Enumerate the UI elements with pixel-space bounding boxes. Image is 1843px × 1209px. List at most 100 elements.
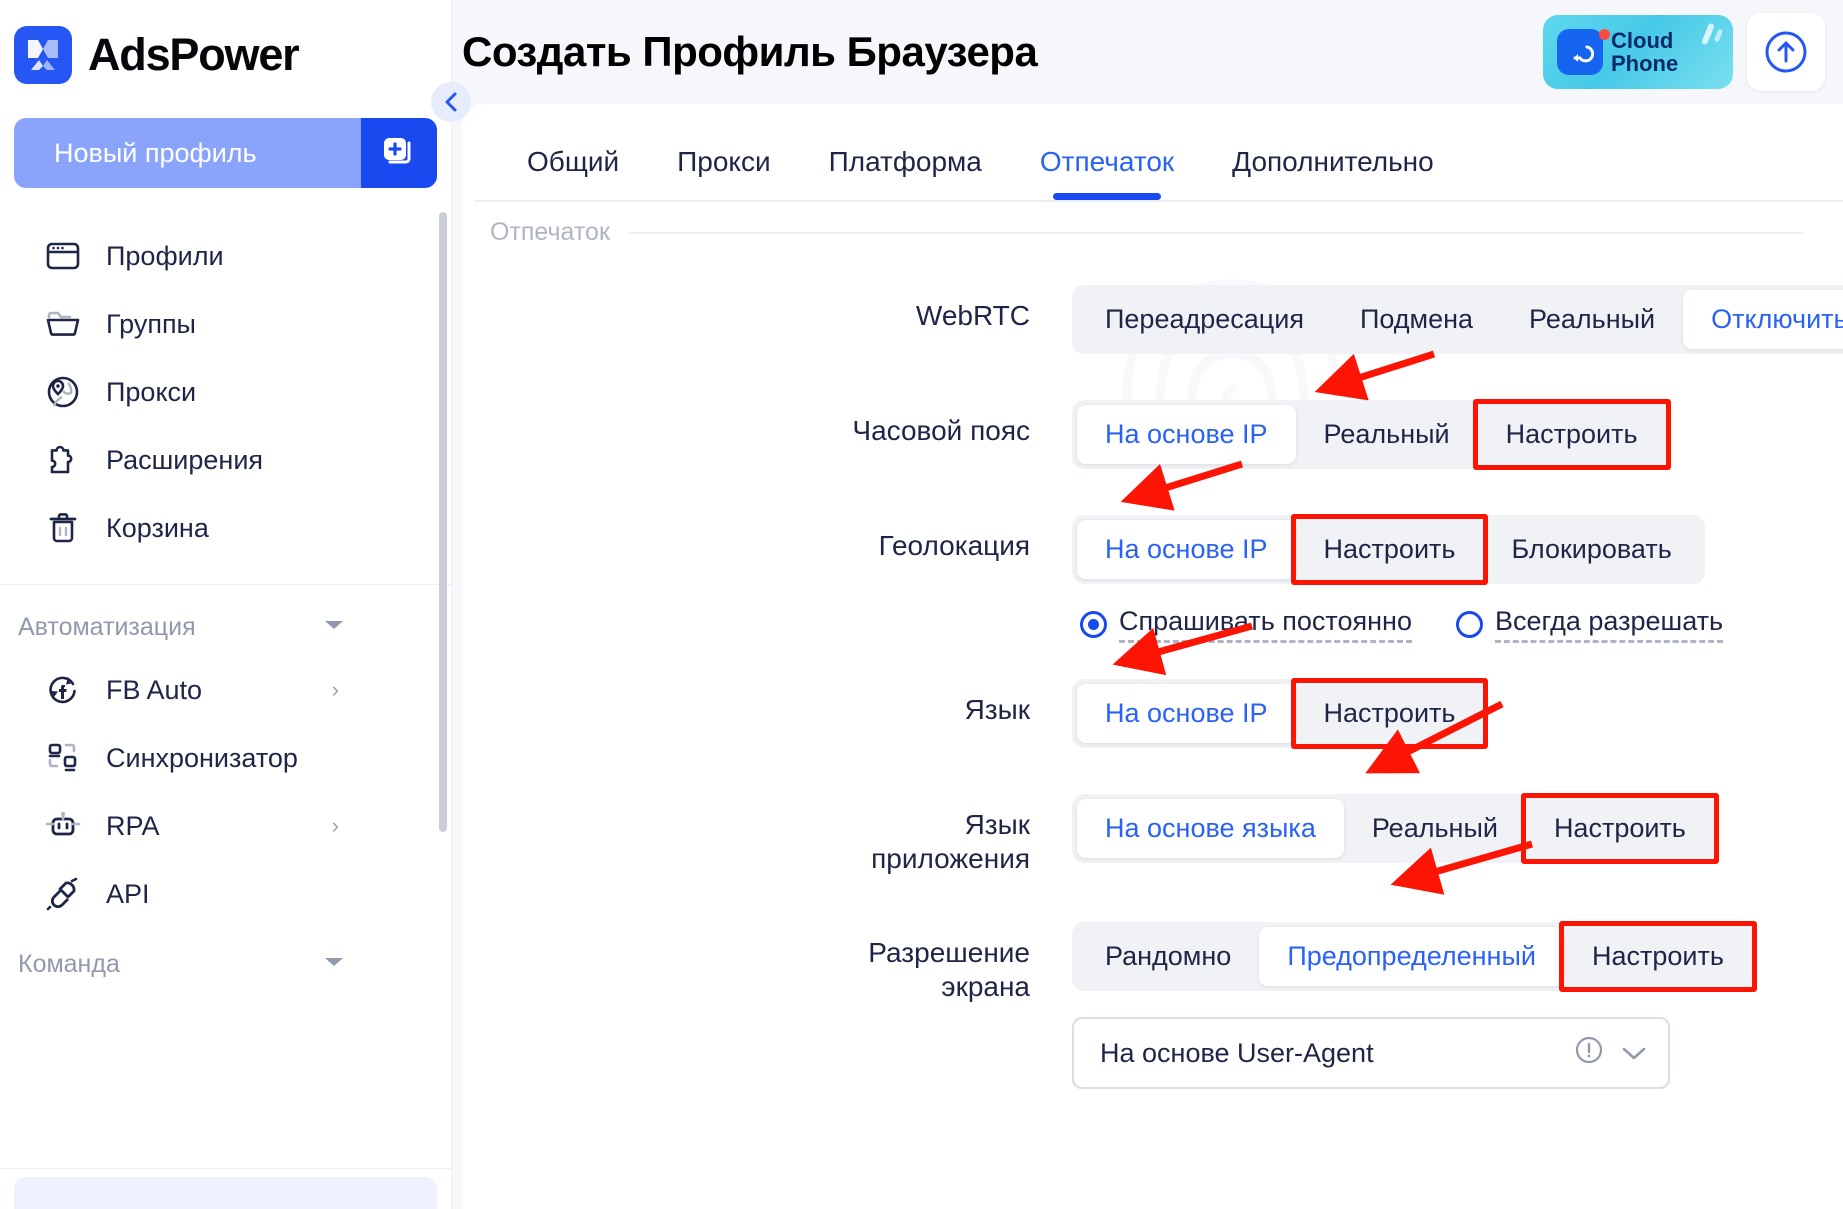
timezone-segmented-control: На основе IP Реальный Настроить: [1072, 399, 1671, 470]
row-body: На основе IP Настроить Блокировать Спраш…: [1072, 514, 1843, 643]
facebook-refresh-icon: [44, 671, 82, 709]
sidebar-item-extensions[interactable]: Расширения: [0, 426, 451, 494]
row-label: Язык приложения: [871, 809, 1030, 875]
section-header: Отпечаток: [462, 202, 1843, 247]
sidebar-group-title: Команда: [18, 950, 120, 978]
sidebar-item-label: Синхронизатор: [106, 742, 298, 773]
browser-window-icon: [44, 237, 82, 275]
sidebar-item-api[interactable]: API: [0, 860, 451, 928]
webrtc-segmented-control: Переадресация Подмена Реальный Отключить: [1072, 285, 1843, 354]
caret-down-icon[interactable]: [323, 955, 345, 974]
select-icons: [1574, 1035, 1648, 1072]
notification-dot: [1599, 29, 1610, 40]
header-actions: Cloud Phone: [1543, 13, 1825, 91]
webrtc-option-replace[interactable]: Подмена: [1332, 290, 1501, 349]
screen-resolution-select[interactable]: На основе User-Agent: [1072, 1017, 1670, 1090]
webrtc-option-disable[interactable]: Отключить: [1683, 290, 1843, 349]
app-root: AdsPower Новый профиль Профили Группы Пр…: [0, 0, 1843, 1209]
radio-dot: [1455, 611, 1483, 638]
chevron-right-icon[interactable]: ›: [332, 813, 339, 839]
sidebar-item-label: Расширения: [106, 444, 264, 475]
timezone-option-real[interactable]: Реальный: [1296, 405, 1478, 464]
language-option-ip-based[interactable]: На основе IP: [1077, 684, 1296, 743]
puzzle-icon: [44, 441, 82, 479]
sidebar-nav: Профили Группы Прокси Расширения Корзина…: [0, 222, 451, 993]
page-title: Создать Профиль Браузера: [462, 28, 1038, 75]
row-label: Геолокация: [878, 530, 1030, 561]
content-card: Общий Прокси Платформа Отпечаток Дополни…: [462, 104, 1843, 1209]
sidebar-collapse-button[interactable]: [431, 82, 471, 122]
tab-general[interactable]: Общий: [498, 146, 648, 200]
row-label: WebRTC: [915, 300, 1030, 331]
sidebar-item-label: Группы: [106, 308, 196, 339]
form-row-app-language: Язык приложения На основе языка Реальный…: [462, 793, 1843, 876]
cloud-phone-line1: Cloud: [1611, 27, 1674, 53]
upload-cloud-icon: [1765, 31, 1807, 73]
robot-icon: [44, 807, 82, 845]
tab-advanced[interactable]: Дополнительно: [1203, 146, 1463, 200]
chevron-right-icon[interactable]: ›: [332, 677, 339, 703]
new-profile-label: Новый профиль: [14, 118, 361, 188]
sidebar-item-profiles[interactable]: Профили: [0, 222, 451, 290]
sidebar-group-team[interactable]: Команда: [0, 928, 451, 993]
radio-label: Спрашивать постоянно: [1119, 606, 1412, 643]
shine-decoration-2: [1713, 28, 1724, 43]
webrtc-option-forward[interactable]: Переадресация: [1077, 290, 1332, 349]
row-body: На основе языка Реальный Настроить: [1072, 793, 1843, 864]
sidebar-item-proxies[interactable]: Прокси: [0, 358, 451, 426]
sidebar-item-groups[interactable]: Группы: [0, 290, 451, 358]
shine-decoration: [1701, 22, 1715, 46]
row-body: Переадресация Подмена Реальный Отключить: [1072, 285, 1843, 354]
cloud-phone-label: Cloud Phone: [1611, 29, 1678, 75]
screen-resolution-option-random[interactable]: Рандомно: [1077, 927, 1259, 986]
sidebar-group-title: Автоматизация: [18, 613, 196, 641]
cloud-phone-icon: [1557, 29, 1603, 75]
caret-down-icon[interactable]: [323, 618, 345, 637]
add-profile-icon[interactable]: [361, 118, 437, 188]
sidebar-item-synchronizer[interactable]: Синхронизатор: [0, 724, 451, 792]
sidebar-item-label: RPA: [106, 810, 160, 841]
sidebar-item-fb-auto[interactable]: FB Auto ›: [0, 656, 451, 724]
chevron-left-icon: [445, 92, 457, 112]
app-language-option-language-based[interactable]: На основе языка: [1077, 799, 1344, 858]
row-body: На основе IP Настроить: [1072, 678, 1843, 749]
sidebar: AdsPower Новый профиль Профили Группы Пр…: [0, 0, 471, 1209]
geolocation-radio-ask-always[interactable]: Спрашивать постоянно: [1080, 606, 1412, 643]
tab-platform[interactable]: Платформа: [800, 146, 1011, 200]
sidebar-item-label: Профили: [106, 240, 224, 271]
timezone-option-ip-based[interactable]: На основе IP: [1077, 405, 1296, 464]
fingerprint-form: WebRTC Переадресация Подмена Реальный От…: [462, 247, 1843, 1090]
screen-resolution-option-predefined[interactable]: Предопределенный: [1259, 927, 1564, 987]
sidebar-group-automation[interactable]: Автоматизация: [0, 585, 451, 656]
upload-button[interactable]: [1747, 13, 1825, 91]
form-row-webrtc: WebRTC Переадресация Подмена Реальный От…: [462, 285, 1843, 354]
sidebar-scrollbar[interactable]: [439, 212, 447, 832]
cloud-phone-button[interactable]: Cloud Phone: [1543, 15, 1733, 89]
info-circle-icon[interactable]: [1574, 1035, 1604, 1072]
tabs-bar: Общий Прокси Платформа Отпечаток Дополни…: [462, 104, 1843, 200]
new-profile-button[interactable]: Новый профиль: [14, 118, 437, 188]
main-area: Создать Профиль Браузера Cloud Phone Общ…: [452, 0, 1843, 1209]
sidebar-item-label: FB Auto: [106, 674, 203, 705]
chevron-down-icon[interactable]: [1620, 1038, 1648, 1069]
app-language-option-real[interactable]: Реальный: [1344, 799, 1526, 858]
sync-nodes-icon: [44, 739, 82, 777]
geolocation-radio-group: Спрашивать постоянно Всегда разрешать: [1072, 606, 1843, 643]
geolocation-option-custom[interactable]: Настроить: [1290, 514, 1489, 585]
language-option-custom[interactable]: Настроить: [1290, 678, 1489, 749]
section-label: Отпечаток: [490, 218, 610, 246]
radio-dot-selected: [1080, 611, 1107, 638]
globe-pin-icon: [44, 373, 82, 411]
sidebar-item-trash[interactable]: Корзина: [0, 494, 451, 562]
timezone-option-custom[interactable]: Настроить: [1472, 399, 1671, 470]
webrtc-option-real[interactable]: Реальный: [1501, 290, 1683, 349]
app-language-option-custom[interactable]: Настроить: [1520, 793, 1719, 864]
geolocation-radio-always-allow[interactable]: Всегда разрешать: [1455, 606, 1724, 643]
screen-resolution-option-custom[interactable]: Настроить: [1558, 921, 1757, 993]
sidebar-item-rpa[interactable]: RPA ›: [0, 792, 451, 860]
main-header: Создать Профиль Браузера Cloud Phone: [452, 0, 1843, 104]
tab-fingerprint[interactable]: Отпечаток: [1011, 146, 1203, 200]
geolocation-option-ip-based[interactable]: На основе IP: [1077, 520, 1296, 579]
tab-proxy[interactable]: Прокси: [648, 146, 799, 200]
geolocation-option-block[interactable]: Блокировать: [1483, 520, 1699, 579]
